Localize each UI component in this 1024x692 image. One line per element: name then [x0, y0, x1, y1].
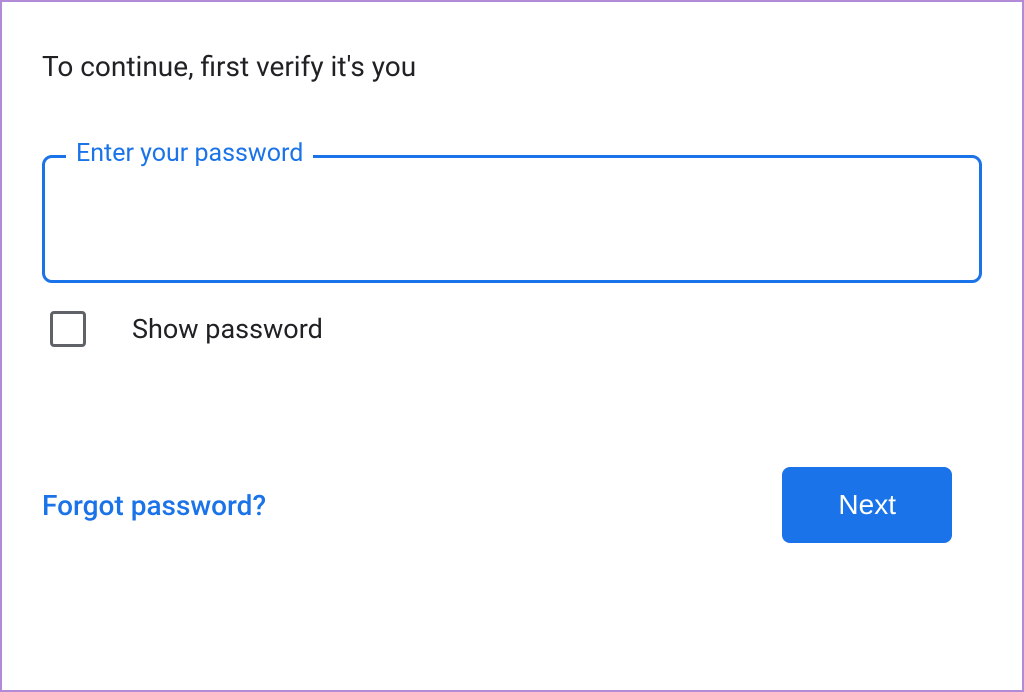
password-label: Enter your password [66, 139, 313, 168]
page-heading: To continue, first verify it's you [42, 50, 982, 83]
show-password-row: Show password [50, 311, 982, 347]
password-input[interactable] [65, 158, 959, 280]
password-field-wrapper: Enter your password [42, 155, 982, 283]
bottom-actions: Forgot password? Next [42, 467, 982, 543]
password-field-outline[interactable] [42, 155, 982, 283]
show-password-checkbox[interactable] [50, 311, 86, 347]
forgot-password-link[interactable]: Forgot password? [42, 489, 266, 522]
show-password-label: Show password [132, 313, 323, 345]
next-button[interactable]: Next [782, 467, 952, 543]
